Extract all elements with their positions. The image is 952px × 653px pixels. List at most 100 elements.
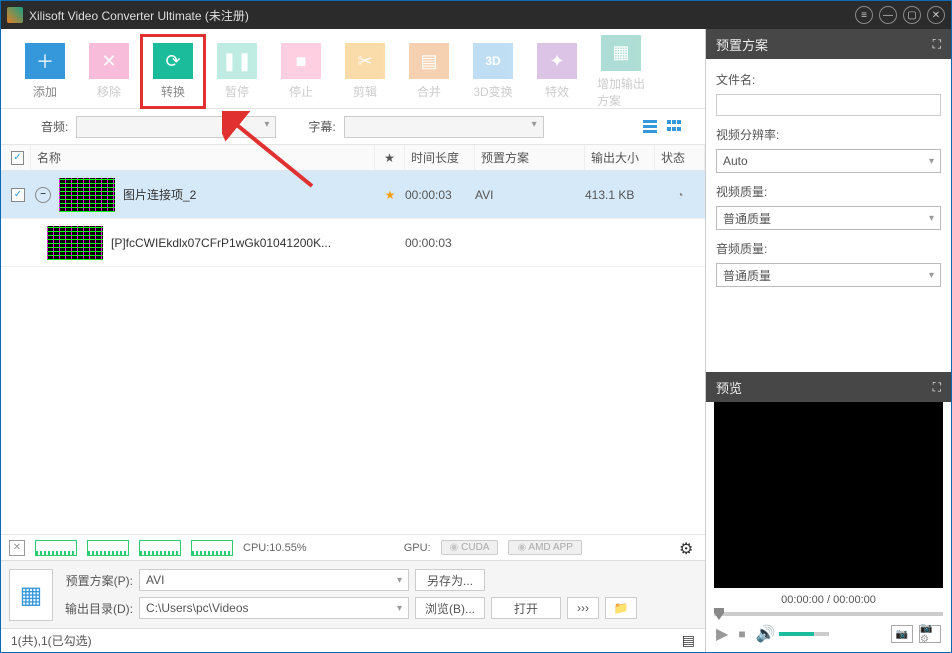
filename-label: 文件名: [716,71,941,88]
collapse-icon[interactable]: − [35,187,51,203]
volume-icon[interactable]: 🔊 [756,624,776,644]
cuda-button[interactable]: ◉ CUDA [441,540,499,555]
plus-icon: ＋ [25,43,65,79]
video-quality-select[interactable]: 普通质量 [716,206,941,230]
settings-window-button[interactable]: ≡ [855,6,873,24]
row-size: 413.1 KB [585,188,655,202]
expand-icon[interactable]: ⛶ [933,380,941,395]
clip-button[interactable]: ✂ 剪辑 [341,43,389,100]
remove-button[interactable]: ✕ 移除 [85,43,133,100]
x-icon: ✕ [89,43,129,79]
maximize-button[interactable]: ▢ [903,6,921,24]
add-button[interactable]: ＋ 添加 [21,43,69,100]
select-all-checkbox[interactable]: ✓ [11,151,24,165]
scissors-icon: ✂ [345,43,385,79]
cpu-graph-icon [191,540,233,556]
grid-view-icon[interactable] [667,120,685,134]
profile-label: 预置方案(P): [63,572,133,589]
pause-icon: ❚❚ [217,43,257,79]
folder-icon[interactable]: 📁 [605,597,637,619]
merge-button[interactable]: ▤ 合并 [405,43,453,100]
document-icon: ▦ [601,35,641,71]
table-header: ✓ 名称 ★ 时间长度 预置方案 输出大小 状态 [1,145,705,171]
stop-preview-icon[interactable]: ■ [738,627,745,641]
audio-select[interactable] [76,116,276,138]
snapshot-settings-icon[interactable]: 📷⚙ [919,625,941,643]
expand-icon[interactable]: ⛶ [933,37,941,52]
preview-seek-slider[interactable] [714,612,943,616]
browse-button[interactable]: 浏览(B)... [415,597,485,619]
cpu-graph-icon [139,540,181,556]
threed-button[interactable]: 3D 3D变换 [469,43,517,100]
pause-button[interactable]: ❚❚ 暂停 [213,43,261,100]
remove-label: 移除 [97,83,121,100]
threed-icon: 3D [473,43,513,79]
effects-button[interactable]: ✦ 特效 [533,43,581,100]
add-profile-label: 增加输出方案 [597,75,645,109]
convert-label: 转换 [161,83,185,100]
column-duration[interactable]: 时间长度 [405,145,475,170]
column-status[interactable]: 状态 [655,145,705,170]
close-button[interactable]: ✕ [927,6,945,24]
row-profile: AVI [475,188,585,202]
close-stats-icon[interactable]: ✕ [9,540,25,556]
preview-panel-header: 预览 ⛶ [706,372,951,402]
profile-type-icon[interactable]: ▦ [9,569,53,621]
convert-button[interactable]: ⟳ 转换 [149,43,197,100]
column-size[interactable]: 输出大小 [585,145,655,170]
video-quality-label: 视频质量: [716,183,941,200]
window-title: Xilisoft Video Converter Ultimate (未注册) [29,7,849,24]
log-icon[interactable]: ▤ [682,632,695,649]
column-star[interactable]: ★ [375,145,405,170]
side-panel: 预置方案 ⛶ 文件名: 视频分辨率: Auto 视频质量: 普通质量 音频质量:… [706,29,951,652]
output-dir-field[interactable]: C:\Users\pc\Videos [139,597,409,619]
merge-icon: ▤ [409,43,449,79]
table-row[interactable]: ✓ − 图片连接项_2 ★ 00:00:03 AVI 413.1 KB ◔ [1,171,705,219]
threed-label: 3D变换 [473,83,512,100]
cpu-graph-icon [87,540,129,556]
effects-label: 特效 [545,83,569,100]
more-button[interactable]: ››› [567,597,599,619]
snapshot-icon[interactable]: 📷 [891,625,913,643]
list-view-icon[interactable] [643,120,661,134]
preview-time: 00:00:00 / 00:00:00 [706,592,951,608]
audio-quality-select[interactable]: 普通质量 [716,263,941,287]
resolution-select[interactable]: Auto [716,149,941,173]
row-name: 图片连接项_2 [123,186,375,203]
cpu-usage: CPU:10.55% [243,542,307,554]
row-name: [P]fcCWIEkdlx07CFrP1wGk01041200K... [111,236,375,250]
column-profile[interactable]: 预置方案 [475,145,585,170]
cpu-graph-icon [35,540,77,556]
add-profile-button[interactable]: ▦ 增加输出方案 [597,35,645,109]
stop-icon: ■ [281,43,321,79]
row-star-icon[interactable]: ★ [375,188,405,202]
output-dir-label: 输出目录(D): [63,600,133,617]
volume-slider[interactable] [779,632,829,636]
gear-icon[interactable]: ⚙ [679,539,697,557]
amd-button[interactable]: ◉ AMD APP [508,540,581,555]
gpu-label: GPU: [404,542,431,554]
row-duration: 00:00:03 [405,236,475,250]
app-logo-icon [7,7,23,23]
stop-label: 停止 [289,83,313,100]
profile-select[interactable]: AVI [139,569,409,591]
saveas-button[interactable]: 另存为... [415,569,485,591]
filename-input[interactable] [716,94,941,116]
play-icon[interactable]: ▶ [716,624,728,644]
row-checkbox[interactable]: ✓ [11,188,25,202]
profile-panel-header: 预置方案 ⛶ [706,29,951,59]
clip-label: 剪辑 [353,83,377,100]
minimize-button[interactable]: ― [879,6,897,24]
status-bar: 1(共),1(已勾选) ▤ [1,628,705,652]
column-name[interactable]: 名称 [31,145,375,170]
subtitle-select[interactable] [344,116,544,138]
table-row[interactable]: [P]fcCWIEkdlx07CFrP1wGk01041200K... 00:0… [1,219,705,267]
stop-button[interactable]: ■ 停止 [277,43,325,100]
subtitle-label: 字幕: [308,118,335,135]
refresh-icon: ⟳ [153,43,193,79]
row-duration: 00:00:03 [405,188,475,202]
pause-label: 暂停 [225,83,249,100]
audio-subtitle-bar: 音频: 字幕: [1,109,705,145]
open-button[interactable]: 打开 [491,597,561,619]
add-label: 添加 [33,83,57,100]
